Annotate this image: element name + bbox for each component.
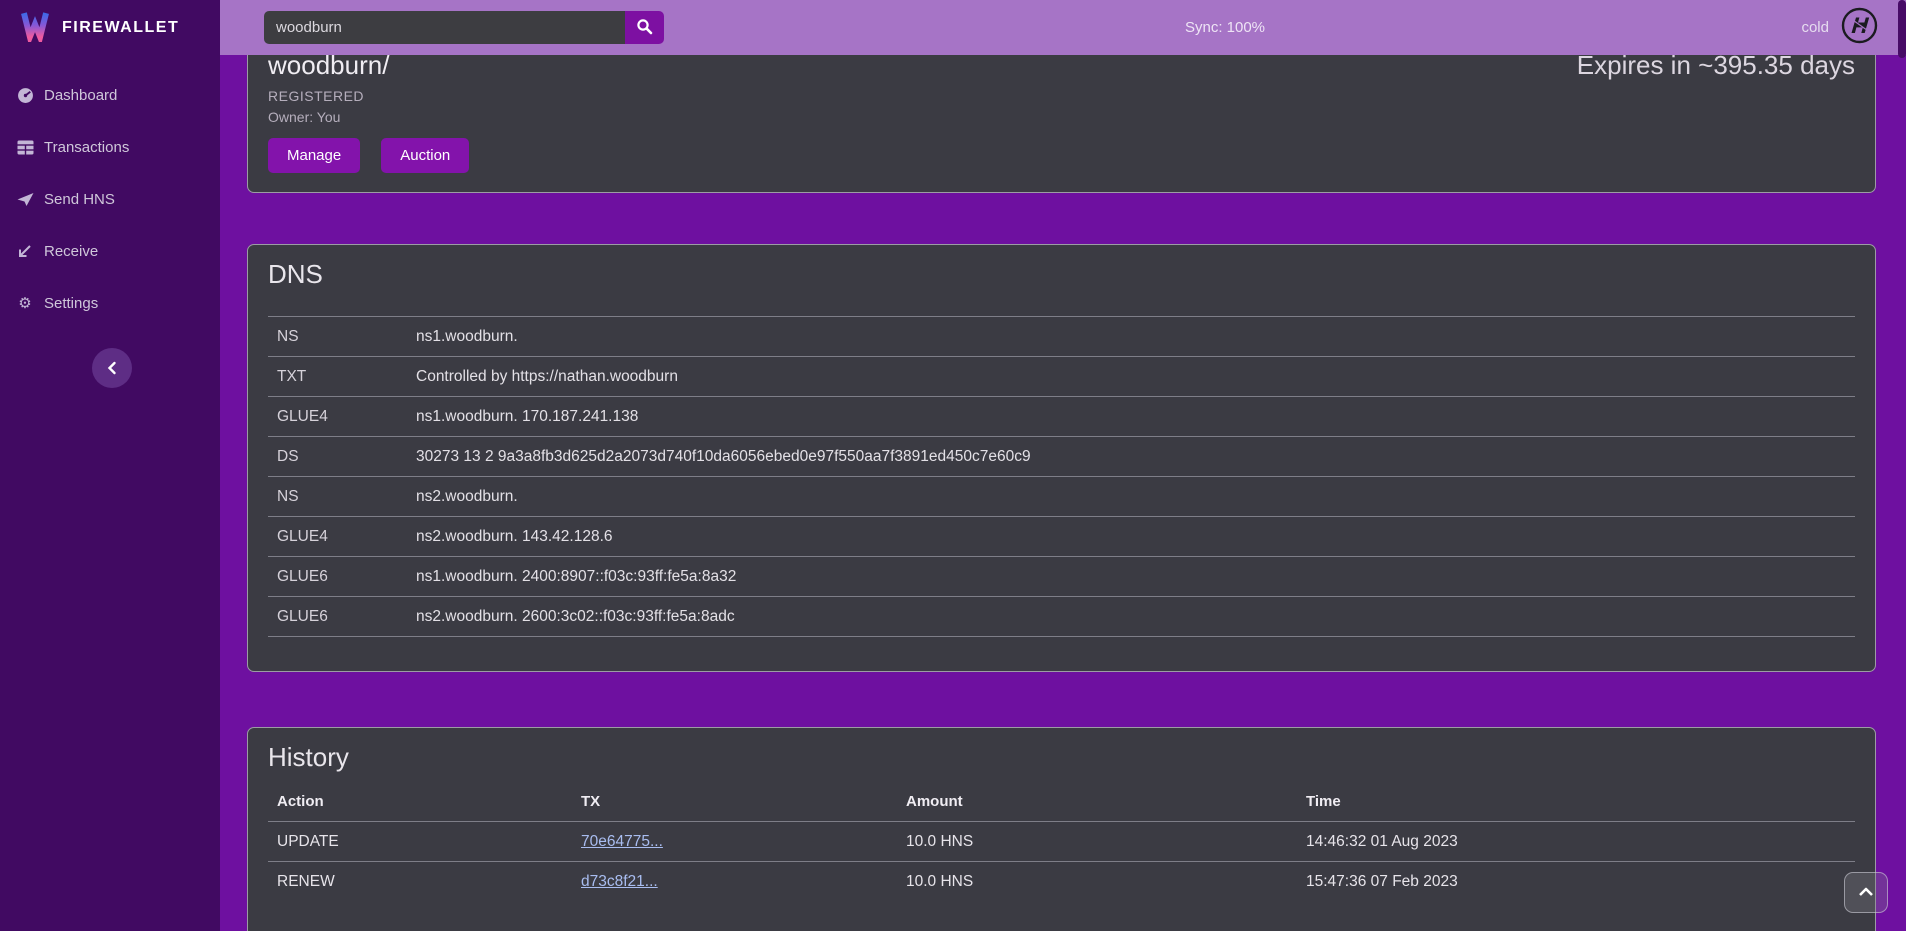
dns-record-row: NS ns1.woodburn. — [268, 316, 1855, 356]
dns-record-value: ns1.woodburn. 170.187.241.138 — [416, 408, 1855, 426]
sidebar-item-label: Dashboard — [44, 87, 117, 104]
history-col-tx: TX — [581, 793, 906, 810]
history-row: UPDATE 70e64775... 10.0 HNS 14:46:32 01 … — [268, 821, 1855, 861]
dns-record-value: 30273 13 2 9a3a8fb3d625d2a2073d740f10da6… — [416, 448, 1855, 466]
scroll-to-top-button[interactable] — [1844, 872, 1888, 913]
dns-card: DNS NS ns1.woodburn. TXT Controlled by h… — [247, 244, 1876, 672]
brand: FIREWALLET — [0, 0, 220, 55]
wallet-name: cold — [1801, 19, 1829, 36]
dns-record-type: NS — [268, 488, 416, 506]
main-content: woodburn/ REGISTERED Owner: You Manage A… — [220, 0, 1906, 931]
history-amount: 10.0 HNS — [906, 873, 1306, 891]
dns-record-type: DS — [268, 448, 416, 466]
history-table: Action TX Amount Time UPDATE 70e64775...… — [268, 781, 1855, 901]
manage-button[interactable]: Manage — [268, 138, 360, 173]
transactions-table-icon — [16, 138, 34, 156]
dns-record-row: DS 30273 13 2 9a3a8fb3d625d2a2073d740f10… — [268, 436, 1855, 476]
dns-record-row: GLUE6 ns2.woodburn. 2600:3c02::f03c:93ff… — [268, 596, 1855, 636]
chevron-left-icon — [106, 350, 118, 386]
dns-record-type: GLUE4 — [268, 408, 416, 426]
search-icon — [636, 18, 653, 38]
firewallet-logo-icon — [18, 8, 52, 47]
handshake-logo-icon — [1841, 7, 1878, 49]
sidebar-collapse-button[interactable] — [92, 348, 132, 388]
dns-record-row: NS ns2.woodburn. — [268, 476, 1855, 516]
history-title: History — [268, 742, 1855, 773]
dns-record-value: ns2.woodburn. 2600:3c02::f03c:93ff:fe5a:… — [416, 608, 1855, 626]
sidebar-item-label: Receive — [44, 243, 98, 260]
dns-record-row: GLUE4 ns1.woodburn. 170.187.241.138 — [268, 396, 1855, 436]
sidebar-item-label: Settings — [44, 295, 98, 312]
auction-button[interactable]: Auction — [381, 138, 469, 173]
sidebar-item-transactions[interactable]: Transactions — [0, 135, 220, 159]
domain-owner: Owner: You — [268, 109, 469, 125]
sync-status: Sync: 100% — [1185, 0, 1265, 55]
wallet-selector[interactable]: cold — [1801, 0, 1878, 55]
domain-status: REGISTERED — [268, 88, 469, 104]
domain-expiry: Expires in ~395.35 days — [1577, 50, 1855, 192]
dns-table: NS ns1.woodburn. TXT Controlled by https… — [268, 316, 1855, 637]
history-time: 15:47:36 07 Feb 2023 — [1306, 873, 1855, 891]
domain-summary-card: woodburn/ REGISTERED Owner: You Manage A… — [247, 33, 1876, 193]
send-icon — [16, 190, 34, 208]
sidebar-item-label: Send HNS — [44, 191, 115, 208]
dns-record-type: GLUE6 — [268, 568, 416, 586]
dns-record-type: GLUE6 — [268, 608, 416, 626]
history-action: RENEW — [268, 873, 581, 891]
dns-record-value: ns1.woodburn. — [416, 328, 1855, 346]
scrollbar-thumb[interactable] — [1898, 0, 1906, 58]
domain-actions: Manage Auction — [268, 138, 469, 173]
sidebar: FIREWALLET Dashboard Transactions Send H… — [0, 0, 220, 931]
tx-link[interactable]: d73c8f21... — [581, 873, 658, 890]
sidebar-item-dashboard[interactable]: Dashboard — [0, 83, 220, 107]
sidebar-item-send-hns[interactable]: Send HNS — [0, 187, 220, 211]
history-col-time: Time — [1306, 793, 1855, 810]
sidebar-item-receive[interactable]: Receive — [0, 239, 220, 263]
history-header-row: Action TX Amount Time — [268, 781, 1855, 821]
dns-record-row: GLUE6 ns1.woodburn. 2400:8907::f03c:93ff… — [268, 556, 1855, 596]
gear-icon: ⚙ — [16, 294, 34, 312]
dns-record-value: ns2.woodburn. 143.42.128.6 — [416, 528, 1855, 546]
history-col-amount: Amount — [906, 793, 1306, 810]
dns-title: DNS — [268, 259, 1855, 290]
chevron-up-icon — [1858, 885, 1874, 900]
dns-record-type: GLUE4 — [268, 528, 416, 546]
search-button[interactable] — [625, 11, 664, 44]
search-input[interactable] — [264, 11, 625, 44]
domain-summary-left: woodburn/ REGISTERED Owner: You Manage A… — [268, 50, 469, 192]
history-time: 14:46:32 01 Aug 2023 — [1306, 833, 1855, 851]
receive-arrow-icon — [16, 242, 34, 260]
history-amount: 10.0 HNS — [906, 833, 1306, 851]
sidebar-nav: Dashboard Transactions Send HNS Receive … — [0, 55, 220, 315]
searchbar — [264, 11, 664, 44]
history-card: History Action TX Amount Time UPDATE 70e… — [247, 727, 1876, 931]
dns-record-row: TXT Controlled by https://nathan.woodbur… — [268, 356, 1855, 396]
dns-record-type: TXT — [268, 368, 416, 386]
dns-record-row: GLUE4 ns2.woodburn. 143.42.128.6 — [268, 516, 1855, 556]
sidebar-item-label: Transactions — [44, 139, 129, 156]
dns-record-value: Controlled by https://nathan.woodburn — [416, 368, 1855, 386]
dns-record-value: ns1.woodburn. 2400:8907::f03c:93ff:fe5a:… — [416, 568, 1855, 586]
dashboard-icon — [16, 86, 34, 104]
dns-record-value: ns2.woodburn. — [416, 488, 1855, 506]
tx-link[interactable]: 70e64775... — [581, 833, 663, 850]
dns-record-type: NS — [268, 328, 416, 346]
brand-name: FIREWALLET — [62, 19, 179, 37]
sidebar-item-settings[interactable]: ⚙ Settings — [0, 291, 220, 315]
history-action: UPDATE — [268, 833, 581, 851]
history-col-action: Action — [268, 793, 581, 810]
header: Sync: 100% cold — [220, 0, 1906, 55]
history-row: RENEW d73c8f21... 10.0 HNS 15:47:36 07 F… — [268, 861, 1855, 901]
